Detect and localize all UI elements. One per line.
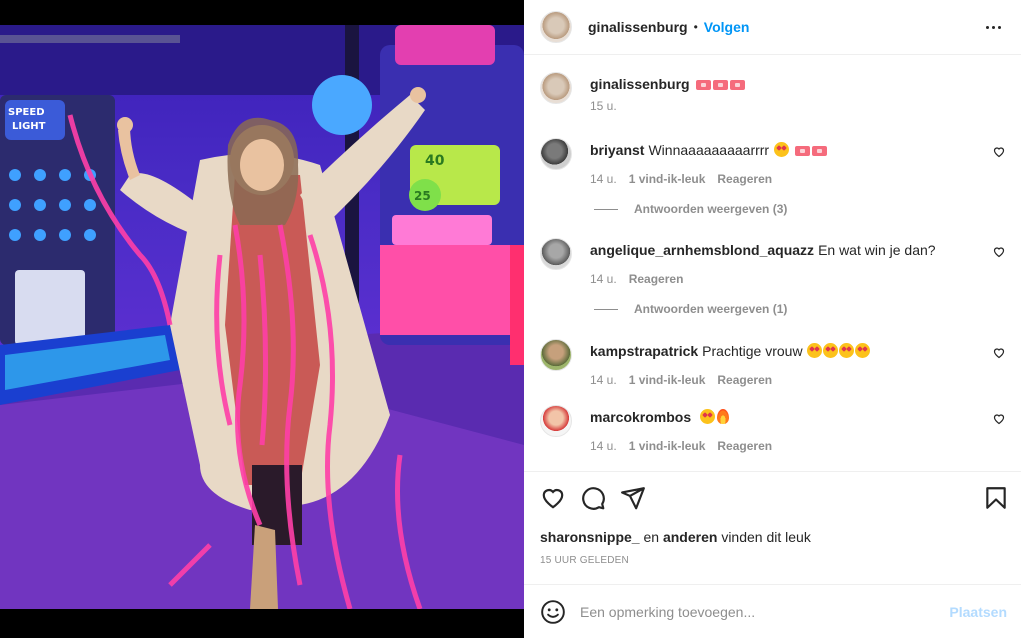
commenter-username[interactable]: marcokrombos — [590, 409, 691, 425]
commenter-avatar[interactable] — [540, 405, 572, 437]
caption: ginalissenburg 15 u. — [540, 72, 1005, 113]
post-header: ginalissenburg • Volgen — [524, 0, 1021, 55]
view-replies-button[interactable]: Antwoorden weergeven (3) — [594, 202, 787, 216]
author-avatar[interactable] — [540, 11, 572, 43]
post-side-panel: ginalissenburg • Volgen ginalissenburg 1… — [524, 0, 1021, 638]
comment-item: kampstrapatrick Prachtige vrouw 14 u. 1 v… — [540, 339, 1005, 387]
comment-icon[interactable] — [580, 485, 606, 511]
ticket-emoji — [712, 80, 728, 90]
comment-like-icon[interactable] — [993, 246, 1005, 258]
svg-text:SPEED: SPEED — [8, 107, 45, 118]
heart-icon[interactable] — [540, 485, 566, 511]
comment-like-icon[interactable] — [993, 413, 1005, 425]
comment-item: marcokrombos 14 u. 1 vind-ik-leuk Reager… — [540, 405, 1005, 453]
author-username[interactable]: ginalissenburg — [588, 19, 688, 35]
post-actions — [540, 485, 1006, 513]
heart-eyes-emoji — [823, 343, 839, 358]
commenter-avatar[interactable] — [540, 238, 572, 270]
view-replies-label[interactable]: Antwoorden weergeven (3) — [634, 202, 787, 216]
comment-like-icon[interactable] — [993, 347, 1005, 359]
ticket-emoji — [729, 80, 745, 90]
comments-list[interactable]: ginalissenburg 15 u. briyanst Winnaaaaaaa… — [524, 56, 1021, 472]
heart-eyes-emoji — [700, 409, 716, 424]
reply-button[interactable]: Reageren — [717, 172, 772, 186]
comment-likes[interactable]: 1 vind-ik-leuk — [629, 373, 706, 387]
header-separator: • — [693, 20, 698, 34]
commenter-avatar[interactable] — [540, 339, 572, 371]
comment-item: angelique_arnhemsblond_aquazz En wat win … — [540, 238, 1005, 286]
reply-button[interactable]: Reageren — [717, 373, 772, 387]
fire-emoji — [717, 409, 730, 424]
ticket-emoji — [811, 146, 827, 156]
comment-text: Prachtige vrouw — [702, 343, 803, 359]
post-timestamp[interactable]: 15 UUR GELEDEN — [540, 555, 629, 566]
svg-text:25: 25 — [414, 189, 431, 203]
comment-like-icon[interactable] — [993, 146, 1005, 158]
share-icon[interactable] — [620, 485, 646, 511]
ticket-emoji — [794, 146, 810, 156]
caption-time[interactable]: 15 u. — [590, 99, 617, 113]
view-replies-button[interactable]: Antwoorden weergeven (1) — [594, 302, 787, 316]
comment-time[interactable]: 14 u. — [590, 272, 617, 286]
comment-time[interactable]: 14 u. — [590, 439, 617, 453]
replies-line — [594, 208, 618, 210]
svg-text:40: 40 — [425, 153, 445, 169]
comment-likes[interactable]: 1 vind-ik-leuk — [629, 439, 706, 453]
heart-eyes-emoji — [807, 343, 823, 358]
likes-suffix: vinden dit leuk — [721, 529, 811, 545]
likes-summary[interactable]: sharonsnippe_ en anderen vinden dit leuk — [540, 529, 811, 545]
heart-eyes-emoji — [839, 343, 855, 358]
comment-time[interactable]: 14 u. — [590, 172, 617, 186]
svg-text:LIGHT: LIGHT — [12, 121, 46, 132]
heart-eyes-emoji — [773, 142, 789, 157]
follow-button[interactable]: Volgen — [704, 19, 750, 35]
commenter-username[interactable]: kampstrapatrick — [590, 343, 698, 359]
bookmark-icon[interactable] — [983, 485, 1009, 511]
smile-icon[interactable] — [540, 599, 566, 625]
reply-button[interactable]: Reageren — [629, 272, 684, 286]
comment-text: En wat win je dan? — [818, 242, 936, 258]
view-replies-label[interactable]: Antwoorden weergeven (1) — [634, 302, 787, 316]
post-photo-pane: SPEED LIGHT 40 25 — [0, 0, 524, 638]
others-link[interactable]: anderen — [663, 529, 717, 545]
post-comment-button[interactable]: Plaatsen — [949, 604, 1007, 620]
more-options-icon[interactable] — [981, 15, 1005, 39]
comment-input[interactable] — [580, 603, 950, 620]
photo-illustration: SPEED LIGHT 40 25 — [0, 25, 524, 609]
post-photo[interactable]: SPEED LIGHT 40 25 — [0, 25, 524, 609]
commenter-avatar[interactable] — [540, 138, 572, 170]
add-comment-bar: Plaatsen — [524, 584, 1021, 638]
heart-eyes-emoji — [855, 343, 871, 358]
comment-time[interactable]: 14 u. — [590, 373, 617, 387]
liker-username[interactable]: sharonsnippe_ — [540, 529, 640, 545]
caption-avatar[interactable] — [540, 72, 572, 104]
comment-likes[interactable]: 1 vind-ik-leuk — [629, 172, 706, 186]
ticket-emoji — [695, 80, 711, 90]
commenter-username[interactable]: angelique_arnhemsblond_aquazz — [590, 242, 814, 258]
commenter-username[interactable]: briyanst — [590, 142, 644, 158]
reply-button[interactable]: Reageren — [717, 439, 772, 453]
comment-text: Winnaaaaaaaaarrrr — [648, 142, 770, 158]
likes-conj: en — [643, 529, 660, 545]
caption-username[interactable]: ginalissenburg — [590, 76, 690, 92]
replies-line — [594, 308, 618, 310]
comment-item: briyanst Winnaaaaaaaaarrrr 14 u. 1 vind-i… — [540, 138, 1005, 186]
